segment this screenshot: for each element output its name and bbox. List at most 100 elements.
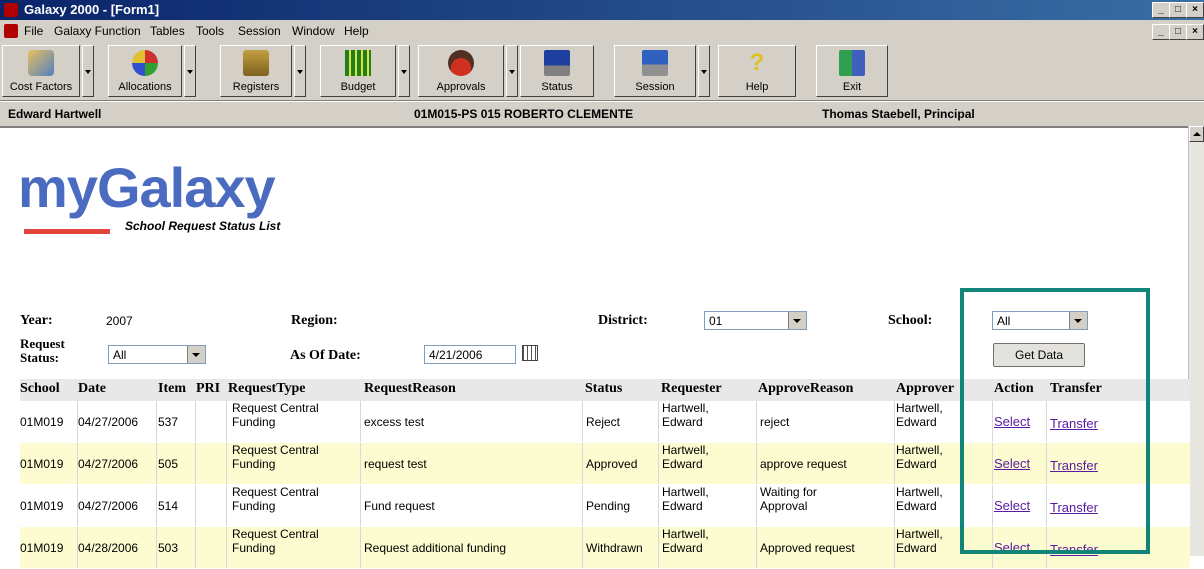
cell-req-line1: Hartwell,: [662, 443, 709, 457]
cost-factors-button[interactable]: Cost Factors: [2, 45, 80, 97]
allocations-button[interactable]: Allocations: [108, 45, 182, 97]
cell-req-line1: Hartwell,: [662, 485, 709, 499]
request-status-select[interactable]: All: [108, 345, 206, 364]
cost-factors-label: Cost Factors: [9, 81, 73, 93]
column-divider: [658, 485, 659, 526]
cell-type-line2: Funding: [232, 541, 276, 555]
cell-type-line1: Request Central: [232, 485, 319, 499]
menu-bar: File Galaxy Function Tables Tools Sessio…: [0, 20, 1204, 42]
column-divider: [195, 401, 196, 442]
col-item: Item: [158, 381, 186, 396]
doc-maximize-button[interactable]: □: [1169, 24, 1187, 40]
chevron-down-icon[interactable]: [187, 346, 205, 363]
as-of-date-input[interactable]: 4/21/2006: [424, 345, 516, 364]
cell-date: 04/27/2006: [78, 457, 139, 471]
approvals-button[interactable]: Approvals: [418, 45, 504, 97]
exit-icon: [839, 50, 865, 76]
cost-factors-dropdown[interactable]: [82, 45, 94, 97]
cell-type-line2: Funding: [232, 499, 276, 513]
col-approver: Approver: [896, 381, 955, 396]
col-approvereason: ApproveReason: [758, 381, 854, 396]
cell-req-line1: Hartwell,: [662, 527, 709, 541]
vertical-scrollbar[interactable]: [1188, 126, 1204, 556]
app-icon: [4, 3, 18, 17]
minimize-button[interactable]: _: [1152, 2, 1170, 18]
budget-button[interactable]: Budget: [320, 45, 396, 97]
menu-galaxy-function[interactable]: Galaxy Function: [54, 24, 141, 38]
registers-button[interactable]: Registers: [220, 45, 292, 97]
menu-session[interactable]: Session: [238, 24, 281, 38]
year-label: Year:: [20, 313, 53, 328]
as-of-date-label: As Of Date:: [290, 348, 361, 363]
registers-icon: [243, 50, 269, 76]
session-icon: [642, 50, 668, 76]
session-button[interactable]: Session: [614, 45, 696, 97]
column-divider: [360, 401, 361, 442]
cell-req-line2: Edward: [662, 541, 703, 555]
cell-date: 04/27/2006: [78, 499, 139, 513]
approvals-dropdown[interactable]: [506, 45, 518, 97]
cell-ap-line2: Edward: [896, 415, 937, 429]
close-button[interactable]: ×: [1186, 2, 1204, 18]
column-divider: [360, 527, 361, 568]
document-icon[interactable]: [4, 24, 18, 38]
status-button[interactable]: Status: [520, 45, 594, 97]
cell-status: Pending: [586, 499, 631, 513]
cell-item: 537: [158, 415, 179, 429]
column-divider: [658, 401, 659, 442]
district-select[interactable]: 01: [704, 311, 807, 330]
exit-button[interactable]: Exit: [816, 45, 888, 97]
col-date: Date: [78, 381, 106, 396]
column-divider: [582, 443, 583, 484]
help-label: Help: [745, 81, 769, 93]
session-dropdown[interactable]: [698, 45, 710, 97]
doc-close-button[interactable]: ×: [1186, 24, 1204, 40]
cell-item: 505: [158, 457, 179, 471]
cell-ar-line1: Waiting for: [760, 485, 817, 499]
approvals-label: Approvals: [436, 81, 486, 93]
cell-req-line2: Edward: [662, 415, 703, 429]
cell-ar-line1: approve request: [760, 457, 847, 471]
logo-underline: [24, 229, 110, 234]
column-divider: [582, 401, 583, 442]
budget-dropdown[interactable]: [398, 45, 410, 97]
allocations-dropdown[interactable]: [184, 45, 196, 97]
menu-help[interactable]: Help: [344, 24, 369, 38]
column-divider: [226, 527, 227, 568]
doc-minimize-button[interactable]: _: [1152, 24, 1170, 40]
cell-ap-line2: Edward: [896, 499, 937, 513]
help-button[interactable]: ? Help: [718, 45, 796, 97]
title-bar: Galaxy 2000 - [Form1] _ □ ×: [0, 0, 1204, 20]
chevron-down-icon[interactable]: [788, 312, 806, 329]
cell-req-line1: Hartwell,: [662, 401, 709, 415]
user-info-bar: Edward Hartwell 01M015-PS 015 ROBERTO CL…: [0, 101, 1204, 126]
cell-ap-line1: Hartwell,: [896, 401, 943, 415]
column-divider: [156, 443, 157, 484]
budget-label: Budget: [340, 81, 376, 93]
col-status: Status: [585, 381, 623, 396]
cell-req-line2: Edward: [662, 499, 703, 513]
menu-window[interactable]: Window: [292, 24, 335, 38]
request-status-label-line1: Request: [20, 336, 65, 351]
menu-tools[interactable]: Tools: [196, 24, 224, 38]
user-name: Edward Hartwell: [8, 107, 102, 121]
year-value: 2007: [106, 314, 133, 328]
cell-reason: Fund request: [364, 499, 435, 513]
scroll-up-icon[interactable]: [1189, 126, 1204, 142]
request-status-label-line2: Status:: [20, 350, 60, 365]
cell-ap-line2: Edward: [896, 541, 937, 555]
cell-type-line2: Funding: [232, 415, 276, 429]
menu-file[interactable]: File: [24, 24, 43, 38]
column-divider: [195, 443, 196, 484]
column-divider: [894, 401, 895, 442]
cell-reason: excess test: [364, 415, 425, 429]
district-select-value: 01: [709, 314, 723, 328]
window-title: Galaxy 2000 - [Form1]: [24, 2, 160, 17]
mygalaxy-logo: myGalaxy: [18, 156, 276, 219]
registers-dropdown[interactable]: [294, 45, 306, 97]
calendar-icon[interactable]: [522, 345, 538, 361]
menu-tables[interactable]: Tables: [150, 24, 185, 38]
cell-reason: Request additional funding: [364, 541, 507, 555]
maximize-button[interactable]: □: [1169, 2, 1187, 18]
cell-ap-line1: Hartwell,: [896, 485, 943, 499]
